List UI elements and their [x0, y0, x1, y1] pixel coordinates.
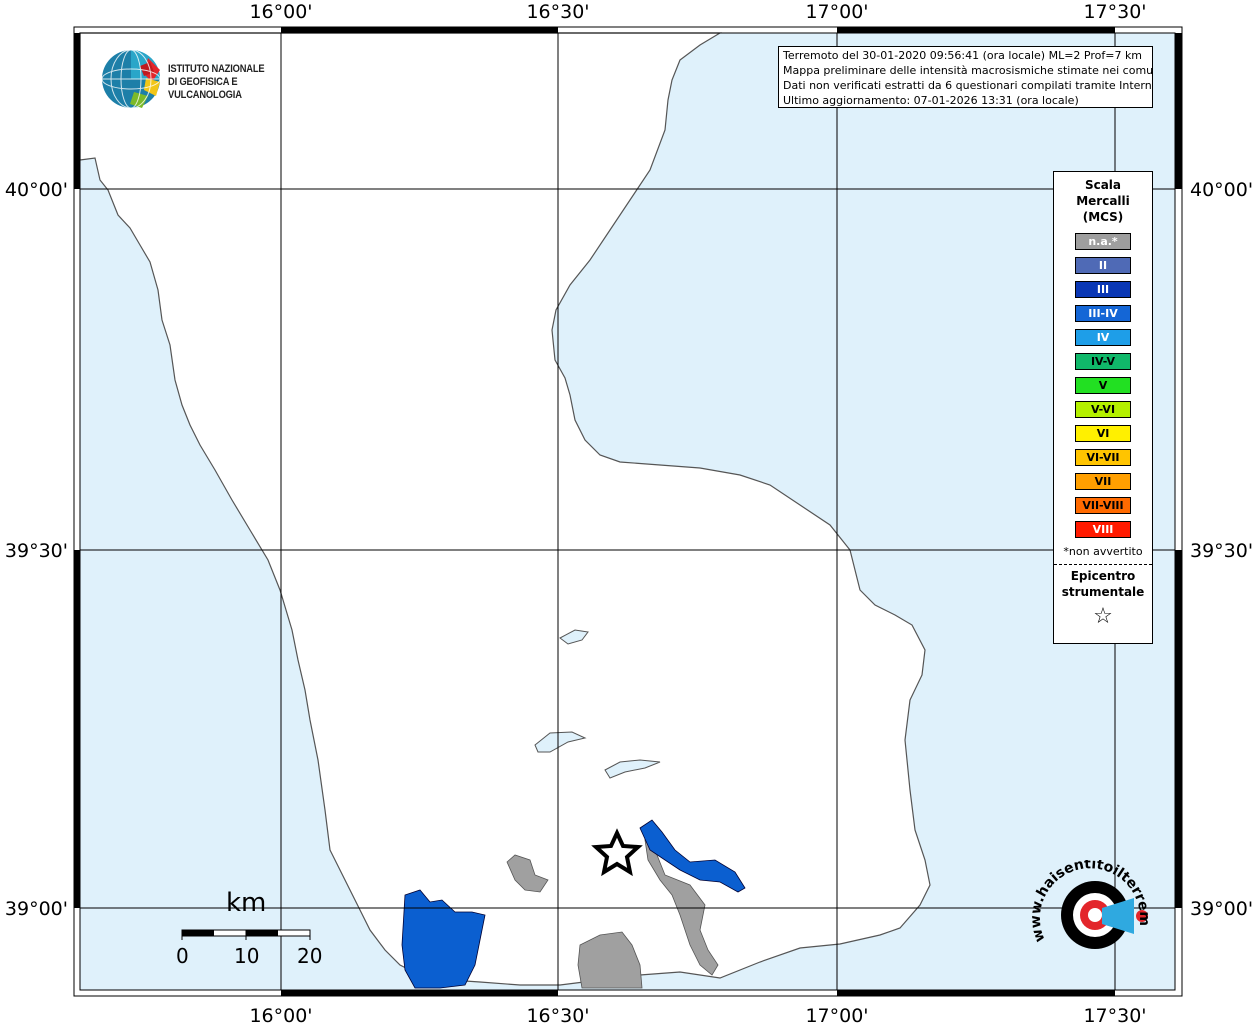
legend-title: Scala Mercalli (MCS) — [1054, 177, 1152, 225]
ingv-globe-icon — [101, 49, 161, 109]
lat-label-left-3: 39°00' — [5, 898, 68, 920]
legend-item-vii: VII — [1075, 473, 1131, 490]
legend-title-line-2: Mercalli — [1076, 194, 1130, 208]
info-line-4: Ultimo aggiornamento: 07-01-2026 13:31 (… — [783, 94, 1079, 107]
legend-note: *non avvertito — [1063, 545, 1143, 558]
scale-tick-0: 0 — [176, 944, 189, 968]
legend-item-ii: II — [1075, 257, 1131, 274]
lon-label-bottom-1: 16°00' — [249, 1005, 312, 1024]
event-info-box: Terremoto del 30-01-2020 09:56:41 (ora l… — [778, 46, 1153, 108]
legend-title-line-1: Scala — [1084, 178, 1122, 192]
scale-tick-20: 20 — [297, 944, 323, 968]
info-line-1: Terremoto del 30-01-2020 09:56:41 (ora l… — [783, 49, 1143, 62]
legend-separator — [1054, 564, 1152, 565]
legend-item-iii: III — [1075, 281, 1131, 298]
lon-label-bottom-4: 17°30' — [1083, 1005, 1146, 1024]
logo-line-1: ISTITUTO NAZIONALE — [168, 63, 265, 75]
legend-item-iv-v: IV-V — [1075, 353, 1131, 370]
legend-item-vii-viii: VII-VIII — [1075, 497, 1131, 514]
haisentito-badge[interactable]: www.haisentitoilterremoto.it — [1030, 860, 1160, 980]
legend-item-iii-iv: III-IV — [1075, 305, 1131, 322]
legend-star-icon: ☆ — [1093, 604, 1113, 629]
lon-label-top-3: 17°00' — [805, 1, 868, 23]
lon-label-bottom-3: 17°00' — [805, 1005, 868, 1024]
scale-unit-label: km — [226, 888, 267, 918]
legend-item-n-a: n.a.* — [1075, 233, 1131, 250]
legend-epicenter-title: Epicentro strumentale — [1054, 568, 1152, 600]
legend-epicenter-line-1: Epicentro — [1070, 569, 1136, 583]
logo-line-2: DI GEOFISICA E VULCANOLOGIA — [168, 76, 242, 101]
legend-item-viii: VIII — [1075, 521, 1131, 538]
info-line-3: Dati non verificati estratti da 6 questi… — [783, 79, 1153, 92]
legend-item-vi-vii: VI-VII — [1075, 449, 1131, 466]
legend-item-v-vi: V-VI — [1075, 401, 1131, 418]
lat-label-left-1: 40°00' — [5, 179, 68, 201]
legend-title-line-3: (MCS) — [1082, 210, 1124, 224]
lat-label-left-2: 39°30' — [5, 540, 68, 562]
legend-item-vi: VI — [1075, 425, 1131, 442]
legend-item-v: V — [1075, 377, 1131, 394]
legend-items: n.a.* II III III-IV IV IV-V V V-VI VI VI-VII VII VI… — [1054, 233, 1152, 538]
legend-epicenter-line-2: strumentale — [1061, 585, 1145, 599]
legend-item-iv: IV — [1075, 329, 1131, 346]
lat-label-right-3: 39°00' — [1190, 898, 1253, 920]
mcs-legend: Scala Mercalli (MCS) n.a.* II III III-IV IV I… — [1053, 171, 1153, 644]
ingv-logo: ISTITUTO NAZIONALE DI GEOFISICA E VULCAN… — [100, 48, 320, 110]
scale-tick-10: 10 — [234, 944, 260, 968]
lat-label-right-1: 40°00' — [1190, 179, 1253, 201]
lon-label-top-2: 16°30' — [526, 1, 589, 23]
info-line-2: Mappa preliminare delle intensità macros… — [783, 64, 1153, 77]
lat-label-right-2: 39°30' — [1190, 540, 1253, 562]
lon-label-top-4: 17°30' — [1083, 1, 1146, 23]
lon-label-bottom-2: 16°30' — [526, 1005, 589, 1024]
lon-label-top-1: 16°00' — [249, 1, 312, 23]
